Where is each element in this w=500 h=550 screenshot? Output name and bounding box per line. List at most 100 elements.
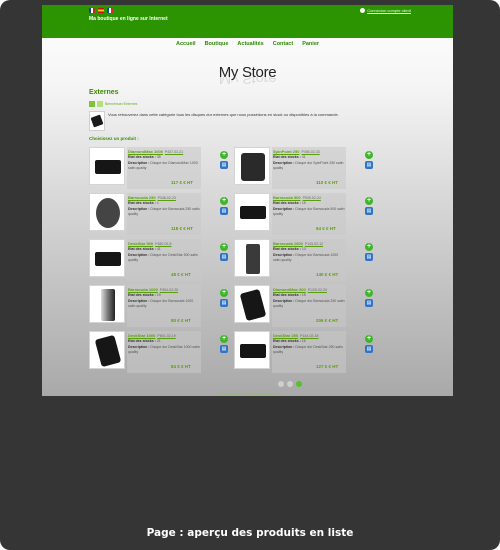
cart-icon[interactable]: ▤ <box>365 345 373 353</box>
description-label: Description : <box>273 207 295 211</box>
product-name[interactable]: SpinPoint 250 <box>273 149 299 154</box>
price-value: 206 € <box>316 318 328 323</box>
language-flags <box>89 8 113 13</box>
cart-icon[interactable]: ▤ <box>220 253 228 261</box>
product-name[interactable]: Barracuda 1000 <box>273 241 303 246</box>
product-image[interactable] <box>89 331 125 369</box>
cart-icon[interactable]: ▤ <box>220 299 228 307</box>
product-image[interactable] <box>234 331 270 369</box>
product-ref: P601-02-19 <box>157 334 176 338</box>
product-ref: P143-02-12 <box>304 242 324 246</box>
page-1-button[interactable] <box>278 381 284 387</box>
pagination <box>278 381 302 387</box>
add-icon[interactable]: + <box>365 243 373 251</box>
product-actions: + ▤ <box>220 243 228 261</box>
product-card: SpinPoint 250 P455-02-33 Etat des stocks … <box>234 147 376 189</box>
add-icon[interactable]: + <box>220 335 228 343</box>
product-stock: Etat des stocks : 41 <box>128 247 161 251</box>
product-name[interactable]: DeskStar 1000 <box>128 333 155 338</box>
product-name-link[interactable]: DeskStar 250 P144-02-18 <box>273 333 318 338</box>
product-name[interactable]: DiamondMax 300 <box>273 287 306 292</box>
product-name-link[interactable]: DiamondMax 300 P1/20-02-20 <box>273 287 327 292</box>
cart-icon[interactable]: ▤ <box>365 299 373 307</box>
product-image[interactable] <box>234 239 270 277</box>
english-flag-icon[interactable] <box>89 8 95 13</box>
cart-icon[interactable]: ▤ <box>220 345 228 353</box>
add-icon[interactable]: + <box>365 289 373 297</box>
breadcrumb-text[interactable]: Bienvenue>Externes <box>105 102 137 106</box>
product-image[interactable] <box>234 147 270 185</box>
product-card: Barracuda 1000 P354-02-25 Etat des stocks… <box>89 285 231 327</box>
cart-icon[interactable]: ▤ <box>365 161 373 169</box>
stock-value: 35 <box>156 155 161 159</box>
price-currency: € HT <box>328 180 339 185</box>
product-name[interactable]: Barracuda 250 <box>128 195 156 200</box>
product-ref: P144-02-18 <box>300 334 319 338</box>
add-icon[interactable]: + <box>220 151 228 159</box>
login-link[interactable]: Connexion compte client <box>360 8 411 13</box>
page-3-button[interactable] <box>296 381 302 387</box>
product-image[interactable] <box>234 285 270 323</box>
add-icon[interactable]: + <box>365 197 373 205</box>
description-label: Description : <box>273 345 295 349</box>
page-2-button[interactable] <box>287 381 293 387</box>
product-actions: + ▤ <box>220 289 228 307</box>
nav-item-boutique[interactable]: Boutique <box>205 41 229 47</box>
cart-icon[interactable]: ▤ <box>220 161 228 169</box>
stock-value: 1 <box>156 201 159 205</box>
cart-icon[interactable]: ▤ <box>365 207 373 215</box>
add-icon[interactable]: + <box>220 289 228 297</box>
login-link-label: Connexion compte client <box>367 8 411 13</box>
product-image[interactable] <box>89 147 125 185</box>
product-name[interactable]: Barracuda 500 <box>273 195 301 200</box>
add-icon[interactable]: + <box>220 197 228 205</box>
price-value: 117 € <box>171 180 183 185</box>
cart-icon[interactable]: ▤ <box>365 253 373 261</box>
stock-value: 21 <box>156 339 161 343</box>
add-icon[interactable]: + <box>220 243 228 251</box>
product-actions: + ▤ <box>365 243 373 261</box>
stock-label: Etat des stocks : <box>273 247 301 251</box>
product-name[interactable]: DiamondMax 1000 <box>128 149 163 154</box>
product-image[interactable] <box>89 285 125 323</box>
product-image[interactable] <box>89 193 125 231</box>
price-currency: € HT <box>328 318 339 323</box>
product-name-link[interactable]: DeskStar 500 P480-02-5 <box>128 241 172 246</box>
product-name-link[interactable]: SpinPoint 250 P455-02-33 <box>273 149 320 154</box>
price-currency: € HT <box>328 364 339 369</box>
folder-icon <box>97 101 103 107</box>
product-actions: + ▤ <box>365 151 373 169</box>
price-currency: € HT <box>183 180 194 185</box>
add-icon[interactable]: + <box>365 151 373 159</box>
product-image[interactable] <box>89 239 125 277</box>
product-name[interactable]: DeskStar 250 <box>273 333 298 338</box>
product-name-link[interactable]: Barracuda 250 P348-02-23 <box>128 195 176 200</box>
product-name-link[interactable]: DiamondMax 1000 P437-02-21 <box>128 149 183 154</box>
product-name-link[interactable]: Barracuda 1000 P143-02-12 <box>273 241 323 246</box>
product-name-link[interactable]: DeskStar 1000 P601-02-19 <box>128 333 176 338</box>
main-nav: Accueil Boutique Actualités Contact Pani… <box>176 41 319 47</box>
product-name[interactable]: DeskStar 500 <box>128 241 153 246</box>
nav-item-contact[interactable]: Contact <box>273 41 293 47</box>
add-icon[interactable]: + <box>365 335 373 343</box>
product-image[interactable] <box>234 193 270 231</box>
stock-label: Etat des stocks : <box>128 155 156 159</box>
footer-text: © 2009 My Store – Propulsé par ShopSyste… <box>217 392 278 396</box>
product-actions: + ▤ <box>220 197 228 215</box>
spanish-flag-icon[interactable] <box>98 8 104 13</box>
price-currency: € HT <box>181 272 191 277</box>
home-icon[interactable] <box>89 101 95 107</box>
product-name-link[interactable]: Barracuda 500 P539-02-24 <box>273 195 321 200</box>
product-name-link[interactable]: Barracuda 1000 P354-02-25 <box>128 287 178 292</box>
product-name[interactable]: Barracuda 1000 <box>128 287 158 292</box>
product-description: Description : Disque dur DiamondMax 1000… <box>128 161 200 171</box>
product-price: 64 € € HT <box>316 226 336 231</box>
product-actions: + ▤ <box>365 335 373 353</box>
nav-item-panier[interactable]: Panier <box>302 41 319 47</box>
cart-icon[interactable]: ▤ <box>220 207 228 215</box>
product-price: 48 € € HT <box>171 272 191 277</box>
nav-item-accueil[interactable]: Accueil <box>176 41 196 47</box>
nav-item-actualites[interactable]: Actualités <box>237 41 263 47</box>
french-flag-icon[interactable] <box>107 8 113 13</box>
product-description: Description : Disque dur Barracuda 250 s… <box>128 207 200 217</box>
